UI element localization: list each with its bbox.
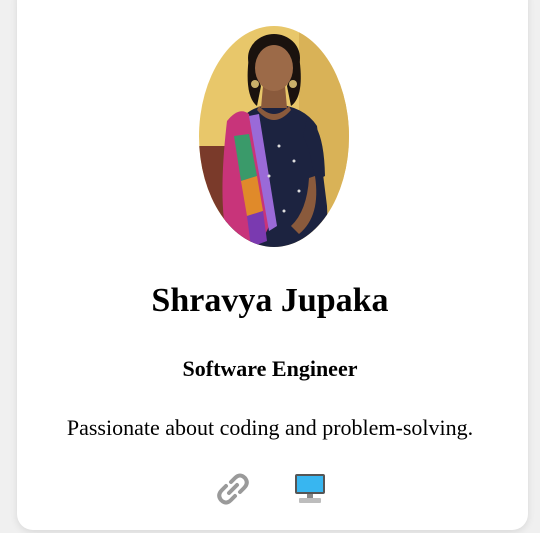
profile-bio: Passionate about coding and problem-solv… — [66, 415, 474, 440]
profile-name: Shravya Jupaka — [151, 282, 389, 319]
social-links — [0, 472, 540, 506]
profile-photo — [199, 26, 349, 247]
profile-title: Software Engineer — [182, 356, 358, 381]
profile-avatar — [199, 26, 349, 247]
link-icon[interactable] — [216, 472, 250, 506]
computer-icon[interactable] — [293, 472, 327, 506]
